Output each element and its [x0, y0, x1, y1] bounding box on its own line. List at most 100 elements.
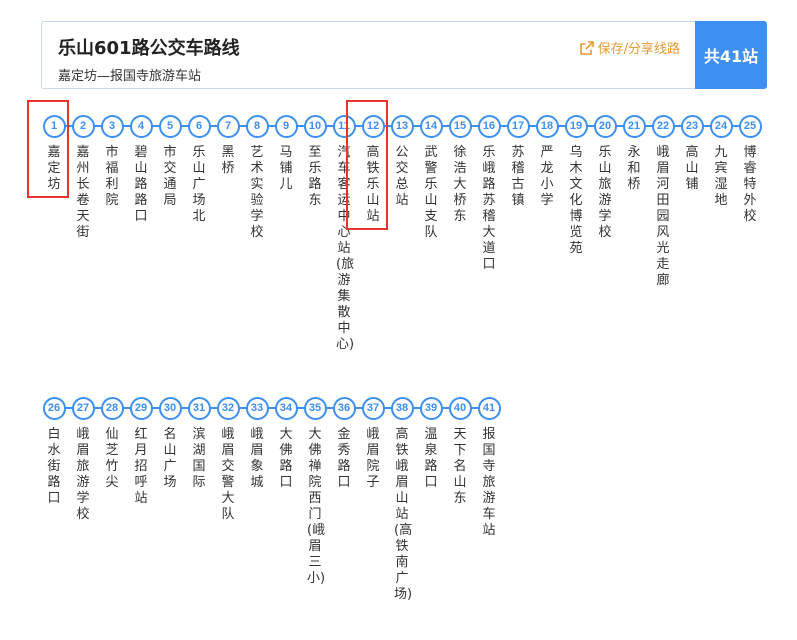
stop-number: 32 — [216, 397, 240, 420]
stop-name: 温泉路口 — [424, 427, 438, 490]
stop-item[interactable]: 4 碧山路路口 — [128, 115, 154, 225]
stop-number: 7 — [216, 115, 240, 138]
stop-name: 市交通局 — [163, 145, 177, 208]
stop-name: 仙芝竹尖 — [105, 427, 119, 490]
stop-item[interactable]: 7 黑桥 — [215, 115, 241, 177]
stop-name: 峨眉旅游学校 — [76, 427, 90, 522]
stop-name: 峨眉院子 — [366, 427, 380, 490]
stop-item[interactable]: 8 艺术实验学校 — [244, 115, 270, 241]
stop-name: 白水街路口 — [47, 427, 61, 506]
stop-number: 10 — [303, 115, 327, 138]
stop-name: 高山铺 — [685, 145, 699, 192]
stop-number: 20 — [593, 115, 617, 138]
page-title: 乐山601路公交车路线 — [58, 38, 240, 59]
stop-item[interactable]: 31 滨湖国际 — [186, 397, 212, 491]
stop-number: 37 — [361, 397, 385, 420]
stop-item[interactable]: 12 高铁乐山站 — [360, 115, 386, 225]
stop-number: 11 — [332, 115, 356, 138]
stop-number: 31 — [187, 397, 211, 420]
stop-item[interactable]: 23 高山铺 — [679, 115, 705, 193]
stop-number: 25 — [738, 115, 762, 138]
external-link-icon — [579, 40, 595, 56]
stop-item[interactable]: 14 武警乐山支队 — [418, 115, 444, 241]
stop-name: 嘉定坊 — [47, 145, 61, 192]
stop-name: 乐山旅游学校 — [598, 145, 612, 240]
stop-name: 乌木文化博览苑 — [569, 145, 583, 256]
stop-number: 21 — [622, 115, 646, 138]
stop-name: 大佛路口 — [279, 427, 293, 490]
stop-name: 马铺儿 — [279, 145, 293, 192]
stop-item[interactable]: 25 博睿特外校 — [737, 115, 763, 225]
stop-number: 22 — [651, 115, 675, 138]
stop-number: 18 — [535, 115, 559, 138]
stop-item[interactable]: 38 高铁峨眉山站(高铁南广场) — [389, 397, 415, 603]
stop-name: 武警乐山支队 — [424, 145, 438, 240]
stop-name: 名山广场 — [163, 427, 177, 490]
stop-number: 13 — [390, 115, 414, 138]
stop-name: 大佛禅院西门(峨眉三小) — [307, 427, 326, 586]
stop-number: 3 — [100, 115, 124, 138]
stop-item[interactable]: 30 名山广场 — [157, 397, 183, 491]
stop-item[interactable]: 26 白水街路口 — [41, 397, 67, 507]
stop-item[interactable]: 15 徐浩大桥东 — [447, 115, 473, 225]
stop-name: 乐峨路苏稽大道口 — [482, 145, 496, 272]
stop-number: 26 — [42, 397, 66, 420]
stop-name: 碧山路路口 — [134, 145, 148, 224]
stop-item[interactable]: 13 公交总站 — [389, 115, 415, 209]
stop-number: 38 — [390, 397, 414, 420]
route-header: 乐山601路公交车路线 嘉定坊—报国寺旅游车站 保存/分享线路 共41站 — [41, 21, 767, 89]
stop-item[interactable]: 11 汽车客运中心站(旅游集散中心) — [331, 115, 357, 353]
stop-item[interactable]: 18 严龙小学 — [534, 115, 560, 209]
stop-item[interactable]: 10 至乐路东 — [302, 115, 328, 209]
stop-number: 40 — [448, 397, 472, 420]
share-route-link[interactable]: 保存/分享线路 — [579, 38, 680, 57]
stop-item[interactable]: 9 马铺儿 — [273, 115, 299, 193]
stop-name: 汽车客运中心站(旅游集散中心) — [336, 145, 355, 352]
stop-number: 12 — [361, 115, 385, 138]
stop-item[interactable]: 1 嘉定坊 — [41, 115, 67, 193]
stop-item[interactable]: 34 大佛路口 — [273, 397, 299, 491]
stop-item[interactable]: 24 九宾湿地 — [708, 115, 734, 209]
stop-name: 永和桥 — [627, 145, 641, 192]
stop-name: 报国寺旅游车站 — [482, 427, 496, 538]
stop-item[interactable]: 36 金秀路口 — [331, 397, 357, 491]
stop-number: 27 — [71, 397, 95, 420]
stop-number: 24 — [709, 115, 733, 138]
stop-number: 41 — [477, 397, 501, 420]
stop-item[interactable]: 6 乐山广场北 — [186, 115, 212, 225]
stop-item[interactable]: 19 乌木文化博览苑 — [563, 115, 589, 257]
stop-item[interactable]: 33 峨眉象城 — [244, 397, 270, 491]
stop-item[interactable]: 39 温泉路口 — [418, 397, 444, 491]
stop-item[interactable]: 20 乐山旅游学校 — [592, 115, 618, 241]
stop-item[interactable]: 27 峨眉旅游学校 — [70, 397, 96, 523]
stop-item[interactable]: 22 峨眉河田园风光走廊 — [650, 115, 676, 289]
stop-item[interactable]: 5 市交通局 — [157, 115, 183, 209]
stop-number: 6 — [187, 115, 211, 138]
stop-name: 公交总站 — [395, 145, 409, 208]
stop-name: 至乐路东 — [308, 145, 322, 208]
stop-name: 红月招呼站 — [134, 427, 148, 506]
stop-number: 36 — [332, 397, 356, 420]
stop-item[interactable]: 37 峨眉院子 — [360, 397, 386, 491]
stop-name: 天下名山东 — [453, 427, 467, 506]
stop-name: 苏稽古镇 — [511, 145, 525, 208]
stop-item[interactable]: 35 大佛禅院西门(峨眉三小) — [302, 397, 328, 587]
stop-item[interactable]: 40 天下名山东 — [447, 397, 473, 507]
stop-name: 黑桥 — [221, 145, 235, 176]
stop-name: 市福利院 — [105, 145, 119, 208]
stop-number: 23 — [680, 115, 704, 138]
stop-number: 30 — [158, 397, 182, 420]
stop-item[interactable]: 32 峨眉交警大队 — [215, 397, 241, 523]
stop-item[interactable]: 17 苏稽古镇 — [505, 115, 531, 209]
stop-item[interactable]: 29 红月招呼站 — [128, 397, 154, 507]
stop-item[interactable]: 3 市福利院 — [99, 115, 125, 209]
stop-item[interactable]: 21 永和桥 — [621, 115, 647, 193]
stop-number: 17 — [506, 115, 530, 138]
stop-item[interactable]: 28 仙芝竹尖 — [99, 397, 125, 491]
stop-name: 嘉州长卷天街 — [76, 145, 90, 240]
stop-item[interactable]: 2 嘉州长卷天街 — [70, 115, 96, 241]
stop-number: 19 — [564, 115, 588, 138]
stop-item[interactable]: 41 报国寺旅游车站 — [476, 397, 502, 539]
stop-item[interactable]: 16 乐峨路苏稽大道口 — [476, 115, 502, 273]
stop-number: 8 — [245, 115, 269, 138]
